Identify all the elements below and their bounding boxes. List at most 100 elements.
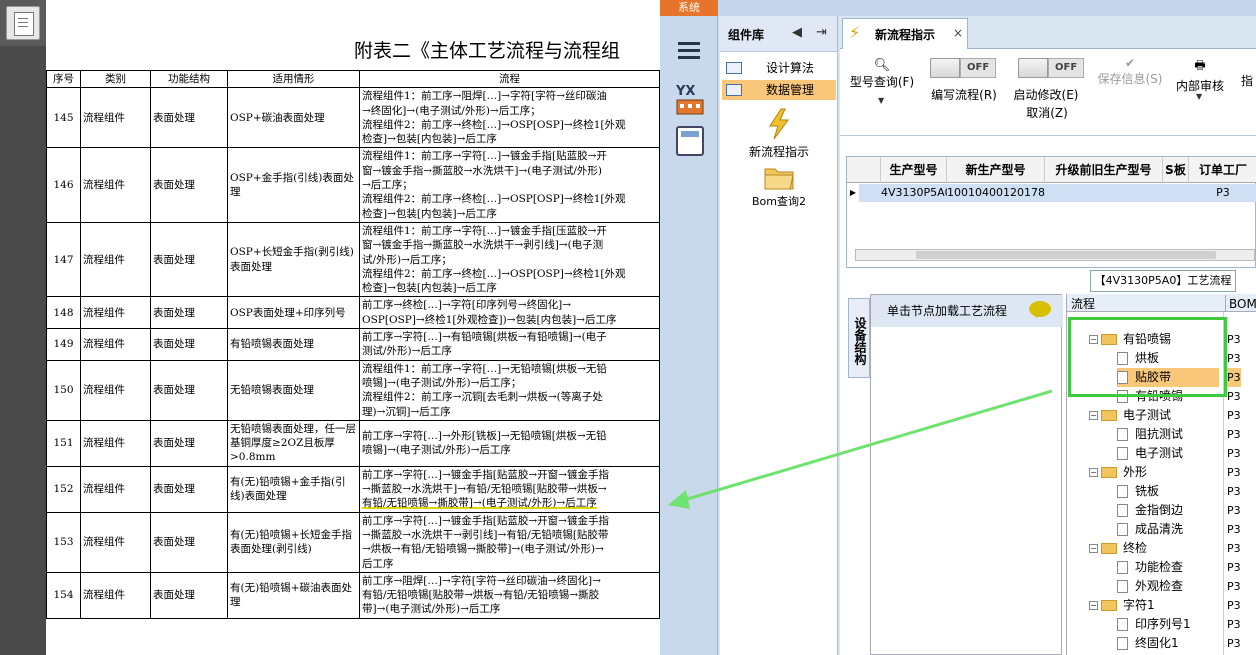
tree-node-bom: P3 [1227, 428, 1241, 441]
grid-cell-order-factory[interactable]: P3 [1189, 184, 1256, 202]
flow-line: 试/外形)→后工序； [362, 253, 452, 266]
folder-icon [1101, 467, 1117, 478]
page-thumbnail-icon[interactable] [6, 6, 40, 40]
cell-no: 149 [46, 328, 81, 361]
tree-leaf-node[interactable]: 功能检查 [1117, 558, 1219, 577]
grid-col-order-factory[interactable]: 订单工厂 [1189, 157, 1256, 183]
grid-cell-new-model[interactable]: 10010400120178 [947, 184, 1045, 202]
collapse-icon[interactable]: − [1089, 544, 1098, 553]
lightning-icon [769, 108, 789, 140]
table-row: 145 流程组件 表面处理 OSP+碳油表面处理 流程组件1：前工序→阻焊[…]→字符[… [46, 87, 660, 149]
tree-node-bom: P3 [1227, 561, 1241, 574]
yx-factory-icon[interactable]: YX [674, 82, 706, 116]
cell-category: 流程组件 [80, 419, 151, 467]
flow-line: 流程组件2：前工序→沉铜[去毛刺→烘板→(等离子处 [362, 391, 603, 404]
component-library-title: 组件库 [728, 28, 765, 42]
flow-line: 后工序 [362, 557, 394, 570]
tree-folder-node[interactable]: − 字符1 [1089, 596, 1219, 615]
next-button-truncated[interactable]: 指 [1238, 72, 1256, 89]
grid-cell-old-model[interactable] [1045, 184, 1163, 202]
tree-leaf-node[interactable]: 印序列号1 [1117, 615, 1219, 634]
tree-leaf-node[interactable]: 终固化1 [1117, 634, 1219, 653]
document-icon [1117, 428, 1128, 441]
lightning-icon: ⚡ [849, 23, 861, 42]
tree-node-label: 阻抗测试 [1135, 427, 1184, 441]
cell-category: 流程组件 [80, 465, 151, 513]
bom-query-tool[interactable]: Bom查询2 [720, 164, 838, 209]
flow-line: →烘板→有铅/无铅喷锡→撕胶带]→(电子测试/外形)→ [362, 543, 604, 556]
grid-cell-model[interactable]: 4V3130P5A0 [881, 184, 947, 202]
tree-leaf-node[interactable]: 阻抗测试 [1117, 425, 1219, 444]
flow-line: 喷锡]→(电子测试/外形)→后工序； [362, 376, 522, 389]
cancel-button[interactable]: 取消(Z) [1022, 104, 1072, 121]
collapse-left-icon[interactable]: ◀ [792, 25, 802, 40]
tree-node-bom: P3 [1227, 390, 1241, 403]
component-item-design-algorithm[interactable]: 设计算法 [722, 58, 836, 78]
folder-icon [1101, 600, 1117, 611]
flow-line: 检查]→包装[内包装]→后工序 [362, 133, 497, 146]
tree-node-bom: P3 [1227, 485, 1241, 498]
close-tab-icon[interactable]: × [953, 26, 963, 40]
cell-flow: 流程组件1：前工序→阻焊[…]→字符[字符→丝印碳油 →终固化]→(电子测试/外形… [359, 87, 660, 149]
save-info-button[interactable]: ✔ 保存信息(S) [1092, 56, 1168, 87]
grid-cell-s-board[interactable] [1163, 184, 1189, 202]
internal-review-button[interactable]: 🖶 内部审核 ▼ [1172, 56, 1228, 101]
cell-category: 流程组件 [80, 87, 151, 149]
row-pointer-icon: ▶ [849, 188, 857, 197]
pin-panel-icon[interactable]: ⇥ [816, 25, 827, 40]
model-query-button[interactable]: 🔍︎ 型号查询(F) ▼ [842, 58, 922, 105]
new-flow-instruction-label: 新流程指示 [748, 145, 809, 159]
hamburger-menu-icon[interactable] [678, 42, 700, 60]
tree-node-label: 电子测试 [1135, 446, 1184, 460]
grid-col-old-model[interactable]: 升级前旧生产型号 [1045, 157, 1163, 183]
flow-line: 检查]→包装[内包装]→后工序 [362, 207, 497, 220]
search-icon: 🔍︎ [873, 58, 891, 73]
side-tab-equipment-structure[interactable]: 设备结构 [848, 298, 870, 378]
flow-line: 前工序→终检[…]→字符[印序列号→终固化]→ [362, 299, 572, 312]
component-item-data-management[interactable]: 数据管理 [722, 80, 836, 100]
table-row: 148 流程组件 表面处理 OSP表面处理+印序列号 前工序→终检[…]→字符[印序列号… [46, 296, 660, 330]
tree-leaf-node[interactable]: 电子测试 [1117, 444, 1219, 463]
tree-leaf-node[interactable]: 金指倒边 [1117, 501, 1219, 520]
left-nav-bar: YX [660, 16, 718, 655]
tree-folder-node[interactable]: − 外形 [1089, 463, 1219, 482]
new-flow-instruction-tool[interactable]: 新流程指示 [720, 108, 838, 160]
table-row: 149 流程组件 表面处理 有铅喷锡表面处理 前工序→字符[…]→有铅喷锡[烘板→有铅喷… [46, 328, 660, 361]
tree-node-bom: P3 [1227, 409, 1241, 422]
flow-line: 有铅/无铅喷锡→撕胶带]→(电子测试/外形)→后工序 [362, 497, 597, 510]
tree-folder-node[interactable]: − 终检 [1089, 539, 1219, 558]
dropdown-caret-icon: ▼ [878, 96, 885, 105]
grid-col-model[interactable]: 生产型号 [881, 157, 947, 183]
tab-new-flow-instruction[interactable]: ⚡ 新流程指示 × [842, 18, 968, 49]
flow-line: 带]→(电子测试/外形)→后工序 [362, 603, 501, 616]
scrollbar-thumb[interactable] [916, 251, 1216, 259]
tree-folder-node[interactable]: − 电子测试 [1089, 406, 1219, 425]
grid-col-s-board[interactable]: S板 [1163, 157, 1189, 183]
cell-case: 有(无)铅喷锡+碳油表面处理 [227, 571, 360, 619]
checkmark-icon: ✔ [1124, 56, 1136, 70]
system-tab[interactable]: 系统 [660, 0, 718, 16]
tree-leaf-node[interactable]: 铣板 [1117, 482, 1219, 501]
tree-leaf-node[interactable]: 外观检查 [1117, 577, 1219, 596]
tree-col-flow: 流程 [1071, 297, 1096, 311]
tree-node-label: 外形 [1123, 465, 1148, 479]
tree-leaf-node[interactable]: 成品清洗 [1117, 520, 1219, 539]
collapse-icon[interactable]: − [1089, 601, 1098, 610]
cell-no: 145 [46, 87, 81, 149]
process-route-tab[interactable]: 【4V3130P5A0】工艺流程 [1090, 270, 1236, 292]
cell-no: 152 [46, 465, 81, 513]
table-row[interactable]: ▶ 4V3130P5A0 10010400120178 P3 [847, 184, 1256, 202]
flow-line: →撕蓝胶→水洗烘干]→有铅/无铅喷锡[贴胶带→烘板→ [362, 483, 607, 496]
flow-line: 流程组件1：前工序→字符[…]→镀金手指[贴蓝胶→开 [362, 150, 607, 163]
horizontal-scrollbar[interactable] [855, 249, 1255, 261]
collapse-icon[interactable]: − [1089, 411, 1098, 420]
calculator-icon[interactable] [676, 126, 704, 156]
cell-category: 流程组件 [80, 511, 151, 573]
flow-line: 流程组件1：前工序→字符[…]→无铅喷锡[烘板→无铅 [362, 362, 607, 375]
grid-col-new-model[interactable]: 新生产型号 [947, 157, 1045, 183]
grid-header: 生产型号 新生产型号 升级前旧生产型号 S板 订单工厂 [847, 157, 1256, 183]
table-row: 154 流程组件 表面处理 有(无)铅喷锡+碳油表面处理 前工序→阻焊[…]→字符[字符… [46, 571, 660, 619]
collapse-icon[interactable]: − [1089, 468, 1098, 477]
tree-node-bom: P3 [1227, 618, 1241, 631]
toggle-knob [1018, 58, 1048, 78]
